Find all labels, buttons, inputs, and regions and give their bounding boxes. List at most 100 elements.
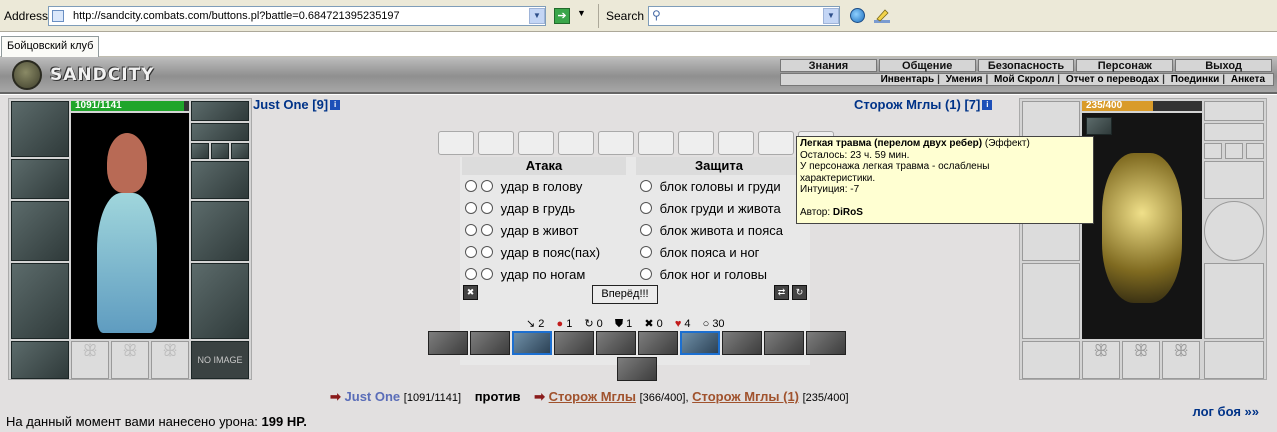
tab-fight-club[interactable]: Бойцовский клуб [1, 36, 100, 57]
attack-radio-b[interactable] [481, 224, 493, 236]
address-input[interactable]: http://sandcity.combats.com/buttons.pl?b… [48, 6, 546, 26]
highlight-pen-icon[interactable] [874, 8, 890, 23]
globe-icon[interactable] [850, 8, 865, 23]
scroll-slot[interactable] [678, 131, 714, 155]
scroll-slot[interactable] [638, 131, 674, 155]
belt-slot[interactable] [11, 341, 69, 379]
attack-option-waist[interactable]: удар в пояс(пах) [465, 245, 600, 260]
opponent-name-text[interactable]: Сторож Мглы (1) [7] [854, 97, 980, 112]
rune-slot-3[interactable] [231, 143, 249, 159]
attack-radio-a[interactable] [465, 202, 477, 214]
skill-slot[interactable] [764, 331, 804, 355]
player-name[interactable]: Just One [9] i [253, 97, 341, 112]
rune-slot-1[interactable] [191, 143, 209, 159]
scroll-slot[interactable] [718, 131, 754, 155]
defense-option-belly-waist[interactable]: блок живота и пояса [640, 223, 783, 238]
opp-rune-slot-2[interactable] [1225, 143, 1243, 159]
rune-slot-2[interactable] [211, 143, 229, 159]
attack-radio-b[interactable] [481, 246, 493, 258]
scroll-slot[interactable] [598, 131, 634, 155]
skill-slot[interactable] [596, 331, 636, 355]
armor-slot[interactable] [11, 263, 69, 339]
battle-log-link[interactable]: лог боя »» [1192, 404, 1259, 419]
defense-option-head-chest[interactable]: блок головы и груди [640, 179, 781, 194]
player-name-text[interactable]: Just One [9] [253, 97, 328, 112]
refresh-left-button[interactable]: ✖ [463, 285, 478, 300]
attack-radio-b[interactable] [481, 202, 493, 214]
sandcity-logo[interactable]: SANDCITY [6, 59, 156, 91]
attack-radio-a[interactable] [465, 180, 477, 192]
defense-radio[interactable] [640, 224, 652, 236]
gloves-slot[interactable] [191, 161, 249, 199]
attack-radio-b[interactable] [481, 180, 493, 192]
submenu-profile[interactable]: Анкета [1231, 74, 1265, 85]
bracers-slot[interactable] [11, 159, 69, 199]
versus-player-name[interactable]: Just One [345, 389, 401, 404]
attack-option-head[interactable]: удар в голову [465, 179, 582, 194]
versus-enemy-2[interactable]: Сторож Мглы (1) [692, 389, 799, 404]
defense-option-legs-head[interactable]: блок ног и головы [640, 267, 767, 282]
player-info-icon[interactable]: i [330, 100, 341, 110]
skill-slot[interactable] [722, 331, 762, 355]
defense-option-waist-legs[interactable]: блок пояса и ног [640, 245, 759, 260]
boots-slot[interactable]: NO IMAGE [191, 341, 249, 379]
opponent-avatar[interactable] [1082, 113, 1202, 339]
helmet-slot[interactable] [11, 101, 69, 157]
defense-radio[interactable] [640, 268, 652, 280]
opp-boots-slot[interactable] [1204, 341, 1264, 379]
opp-shield-slot[interactable] [1204, 201, 1264, 261]
attack-radio-b[interactable] [481, 268, 493, 280]
defense-option-chest-belly[interactable]: блок груди и живота [640, 201, 781, 216]
search-input[interactable]: ⚲ ▼ [648, 6, 840, 26]
menu-communication[interactable]: Общение [878, 59, 976, 72]
address-url[interactable]: http://sandcity.combats.com/buttons.pl?b… [73, 10, 400, 22]
submenu-transfer-report[interactable]: Отчет о переводах [1066, 74, 1159, 85]
weapon-right-slot[interactable] [191, 201, 249, 261]
earrings-slot[interactable] [191, 101, 249, 121]
skill-slot[interactable] [554, 331, 594, 355]
attack-radio-a[interactable] [465, 224, 477, 236]
opp-earrings-slot[interactable] [1204, 101, 1264, 121]
attack-option-chest[interactable]: удар в грудь [465, 201, 575, 216]
opp-gloves-slot[interactable] [1204, 161, 1264, 199]
menu-character[interactable]: Персонаж [1076, 59, 1174, 72]
weapon-left-slot[interactable] [11, 201, 69, 261]
menu-knowledge[interactable]: Знания [780, 59, 877, 72]
submenu-fights[interactable]: Поединки [1171, 74, 1220, 85]
submenu-inventory[interactable]: Инвентарь [881, 74, 935, 85]
scroll-slot[interactable] [478, 131, 514, 155]
attack-radio-a[interactable] [465, 246, 477, 258]
skill-slot[interactable] [806, 331, 846, 355]
scroll-slot[interactable] [438, 131, 474, 155]
attack-option-belly[interactable]: удар в живот [465, 223, 579, 238]
submenu-my-scroll[interactable]: Мой Скролл [994, 74, 1054, 85]
scroll-slot[interactable] [518, 131, 554, 155]
forward-button[interactable]: Вперёд!!! [592, 285, 658, 304]
skill-slot[interactable] [617, 357, 657, 381]
player-avatar[interactable] [71, 113, 189, 339]
opponent-name[interactable]: Сторож Мглы (1) [7] i [854, 97, 993, 112]
menu-exit[interactable]: Выход [1175, 59, 1272, 72]
go-dropdown-icon[interactable]: ▼ [577, 8, 586, 18]
opponent-info-icon[interactable]: i [982, 100, 993, 110]
skill-slot-active[interactable] [512, 331, 552, 355]
versus-enemy-1[interactable]: Сторож Мглы [549, 389, 636, 404]
switch-opponent-button[interactable]: ⇄ [774, 285, 789, 300]
scroll-slot[interactable] [758, 131, 794, 155]
refresh-right-button[interactable]: ↻ [792, 285, 807, 300]
opp-amulet-slot[interactable] [1204, 123, 1264, 141]
attack-option-legs[interactable]: удар по ногам [465, 267, 585, 282]
search-dropdown-icon[interactable]: ▼ [823, 8, 839, 24]
go-button[interactable]: ➔ [554, 8, 570, 24]
legs-slot[interactable] [191, 263, 249, 339]
defense-radio[interactable] [640, 180, 652, 192]
menu-security[interactable]: Безопасность [977, 59, 1075, 72]
amulet-slot[interactable] [191, 123, 249, 141]
skill-slot-active[interactable] [680, 331, 720, 355]
attack-radio-a[interactable] [465, 268, 477, 280]
skill-slot[interactable] [470, 331, 510, 355]
submenu-skills[interactable]: Умения [946, 74, 983, 85]
address-dropdown-icon[interactable]: ▼ [529, 8, 545, 24]
opp-armor-slot[interactable] [1022, 263, 1080, 339]
opp-legs-slot[interactable] [1204, 263, 1264, 339]
